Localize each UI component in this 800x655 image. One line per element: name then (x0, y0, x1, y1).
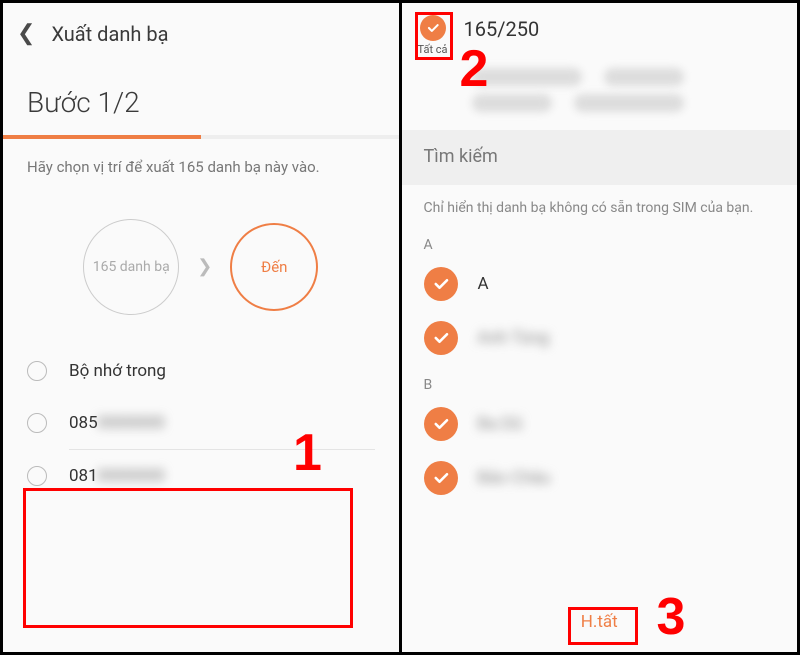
option-blurred: 0000000 (98, 413, 165, 433)
option-sim-1[interactable]: 0850000000 (27, 397, 375, 449)
sim-note: Chỉ hiển thị danh bạ không có sẵn trong … (402, 185, 798, 225)
search-field[interactable]: Tìm kiếm (402, 130, 798, 185)
option-label: Bộ nhớ trong (69, 361, 166, 381)
annotation-number-3: 3 (657, 587, 686, 647)
check-icon (424, 267, 458, 301)
select-all-toggle[interactable]: Tất cả (418, 15, 448, 56)
contact-name: Bảo Châu (478, 468, 551, 488)
option-sim-2[interactable]: 0810000000 (27, 450, 375, 502)
chip-row (402, 90, 798, 116)
selection-header: Tất cả 165/250 (402, 3, 798, 64)
instruction-text: Hãy chọn vị trí để xuất 165 danh bạ này … (3, 139, 399, 179)
export-step-panel: ❮ Xuất danh bạ Bước 1/2 Hãy chọn vị trí … (3, 3, 402, 652)
option-label: 0850000000 (69, 413, 165, 433)
page-title: Xuất danh bạ (51, 22, 168, 46)
check-icon (420, 15, 446, 41)
radio-icon (27, 413, 47, 433)
chip-blurred (472, 94, 552, 112)
destination-circle[interactable]: Đến (230, 223, 318, 311)
section-header-a: A (402, 225, 798, 257)
chevron-right-icon: ❯ (197, 256, 212, 277)
destination-options: Bộ nhớ trong 0850000000 0810000000 (3, 345, 399, 502)
source-circle: 165 danh bạ (83, 219, 179, 315)
chip-blurred (574, 94, 684, 112)
radio-icon (27, 466, 47, 486)
contact-name: Ba Dũ (478, 414, 523, 434)
contact-row[interactable]: Ba Dũ (402, 397, 798, 451)
contact-row[interactable]: Bảo Châu (402, 451, 798, 505)
progress-fill (3, 135, 201, 139)
header: ❮ Xuất danh bạ (3, 3, 399, 56)
contact-select-panel: Tất cả 165/250 Tìm kiếm Chỉ hiển thị dan… (402, 3, 798, 652)
chip-blurred (472, 68, 582, 86)
back-icon[interactable]: ❮ (17, 21, 35, 46)
contact-name: A (478, 274, 489, 294)
option-prefix: 085 (69, 413, 98, 433)
done-button[interactable]: H.tất (569, 606, 630, 638)
chip-blurred (604, 68, 684, 86)
contact-name: Anh Tùng (478, 328, 549, 348)
contact-row[interactable]: Anh Tùng (402, 311, 798, 365)
contact-row[interactable]: A (402, 257, 798, 311)
radio-icon (27, 361, 47, 381)
option-internal-storage[interactable]: Bộ nhớ trong (27, 345, 375, 397)
section-header-b: B (402, 365, 798, 397)
annotation-box-1 (23, 488, 353, 628)
option-label: 0810000000 (69, 466, 165, 486)
search-placeholder: Tìm kiếm (424, 146, 498, 167)
check-icon (424, 321, 458, 355)
chip-row (402, 64, 798, 90)
check-icon (424, 407, 458, 441)
step-label: Bước 1/2 (3, 56, 399, 125)
flow-diagram: 165 danh bạ ❯ Đến (3, 179, 399, 345)
option-blurred: 0000000 (98, 466, 165, 486)
check-icon (424, 461, 458, 495)
option-prefix: 081 (69, 466, 98, 486)
select-all-label: Tất cả (418, 43, 448, 56)
progress-bar (3, 135, 399, 139)
selection-count: 165/250 (464, 17, 540, 41)
